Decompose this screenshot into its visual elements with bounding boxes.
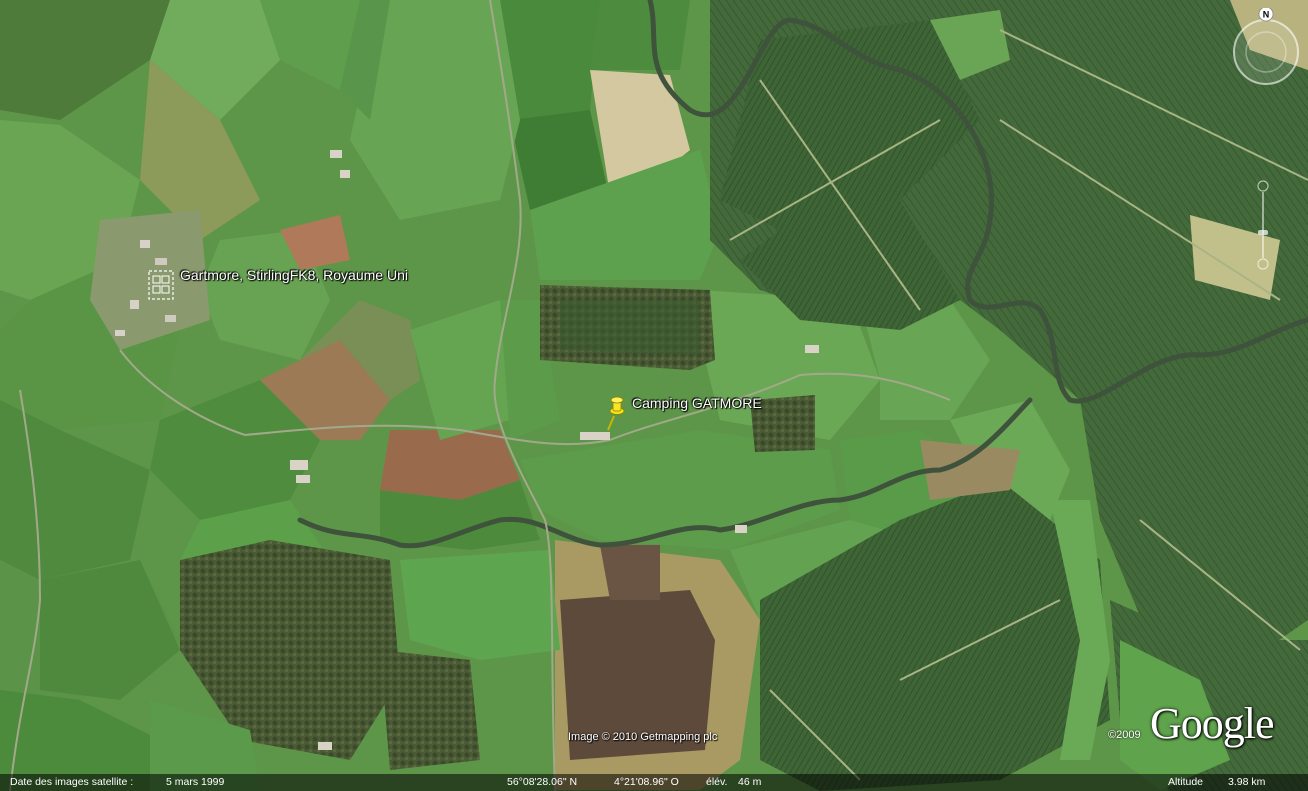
- place-label-gartmore[interactable]: Gartmore, StirlingFK8, Royaume Uni: [180, 267, 408, 283]
- imagery-date-value: 5 mars 1999: [166, 776, 225, 788]
- latitude-readout: 56°08'28.06" N: [507, 776, 578, 788]
- pushpin-icon[interactable]: [600, 396, 628, 432]
- image-credit: Image © 2010 Getmapping plc: [568, 731, 718, 743]
- status-bar: Date des images satellite : 5 mars 1999 …: [0, 774, 1308, 791]
- place-label-camping[interactable]: Camping GATMORE: [632, 395, 762, 411]
- place-icon[interactable]: [146, 268, 176, 302]
- altitude-label: Altitude: [1168, 776, 1204, 788]
- elevation-label: élév.: [706, 776, 728, 788]
- satellite-map-view[interactable]: Gartmore, StirlingFK8, Royaume Uni Campi…: [0, 0, 1308, 791]
- google-logo: Google: [1150, 699, 1275, 748]
- imagery-date-label: Date des images satellite :: [10, 776, 134, 788]
- compass-north-label: N: [1263, 10, 1270, 20]
- elevation-value: 46 m: [738, 776, 762, 788]
- copyright-year: ©2009: [1108, 729, 1141, 741]
- longitude-readout: 4°21'08.96" O: [614, 776, 679, 788]
- compass-icon[interactable]: N: [1226, 8, 1300, 88]
- zoom-slider[interactable]: [1256, 180, 1270, 270]
- altitude-value: 3.98 km: [1228, 776, 1266, 788]
